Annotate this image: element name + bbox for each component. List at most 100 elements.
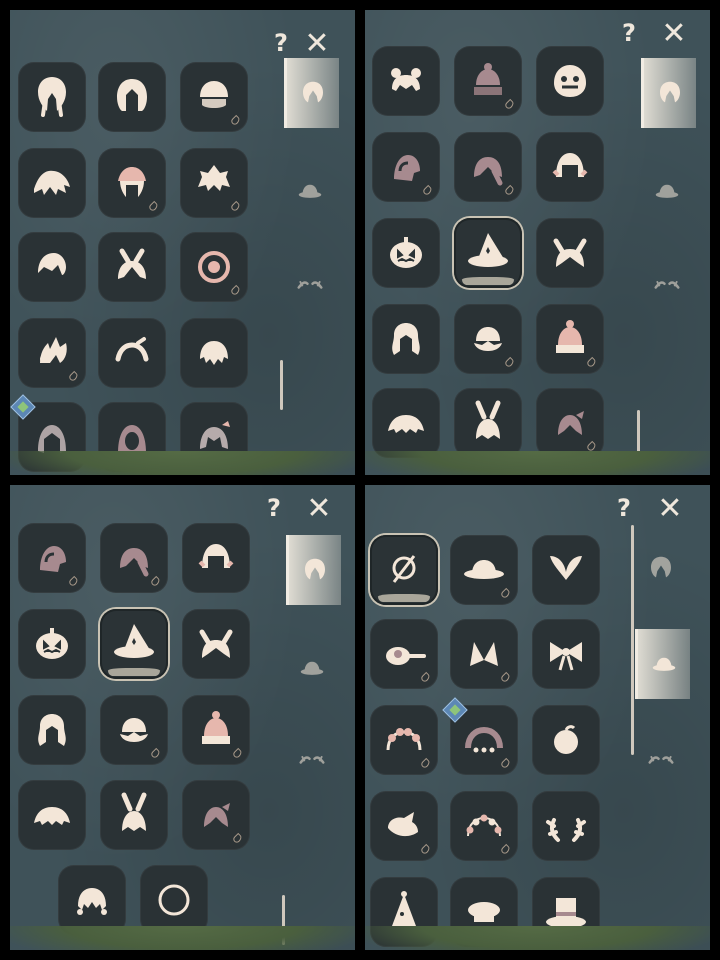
scrollbar[interactable]: [282, 895, 285, 945]
antlers-item[interactable]: [532, 791, 600, 861]
knit-beanie-item[interactable]: [182, 695, 250, 765]
tab-accessory[interactable]: [641, 250, 693, 320]
hood-hair-item[interactable]: [10, 394, 86, 472]
hair-panel-top-left: ? ✕: [10, 10, 355, 475]
long-wavy-hair-item[interactable]: [372, 304, 440, 374]
beret-hair-item[interactable]: [454, 304, 522, 374]
headband-hair-item[interactable]: [98, 318, 166, 388]
knit-beanie-icon: [202, 711, 230, 744]
close-button[interactable]: ✕: [655, 491, 685, 526]
bead-crown-item[interactable]: [442, 697, 518, 775]
sun-hat-item[interactable]: [450, 535, 518, 605]
ponytail-hair-item[interactable]: [100, 523, 168, 593]
witch-hat-icon: [468, 233, 508, 267]
bob-hair-item[interactable]: [98, 62, 166, 132]
cat-ears-hair-item[interactable]: [182, 609, 250, 679]
hooded-helm-item[interactable]: [372, 132, 440, 202]
swoop-hair-item[interactable]: [18, 232, 86, 302]
cloak-hood-item[interactable]: [98, 402, 166, 472]
beret-item[interactable]: [450, 877, 518, 947]
capped-hair-item[interactable]: [180, 62, 248, 132]
tab-hat[interactable]: [284, 156, 336, 226]
bow-item[interactable]: [532, 619, 600, 689]
tab-hair[interactable]: [635, 533, 687, 603]
party-hat-icon: [392, 891, 416, 926]
close-button[interactable]: ✕: [659, 16, 689, 51]
flower-pin-hair-icon: [198, 251, 230, 283]
fox-ears-item[interactable]: [450, 619, 518, 689]
tab-accessory[interactable]: [286, 725, 338, 795]
bead-crown-icon: [465, 726, 503, 753]
lion-mask-item[interactable]: [536, 46, 604, 116]
tab-hat[interactable]: [635, 629, 690, 699]
tab-hat[interactable]: [286, 633, 338, 703]
tab-hair[interactable]: [286, 535, 341, 605]
party-hat-item[interactable]: [370, 877, 438, 947]
pumpkin-head-item[interactable]: [372, 218, 440, 288]
hooded-helm-item[interactable]: [18, 523, 86, 593]
bunny-ears-hair-item[interactable]: [98, 232, 166, 302]
knit-beanie-item[interactable]: [536, 304, 604, 374]
side-ponytail-item[interactable]: [182, 780, 250, 850]
scrollbar[interactable]: [637, 410, 640, 460]
ponytail-hair-item[interactable]: [454, 132, 522, 202]
braided-hair-item[interactable]: [18, 62, 86, 132]
peach-item[interactable]: [532, 705, 600, 775]
bob-bangs-item[interactable]: [536, 132, 604, 202]
fluffy-hair-item[interactable]: [18, 780, 86, 850]
curly-hair-item[interactable]: [58, 865, 126, 935]
bandana-hair-item[interactable]: [98, 148, 166, 218]
bob-bangs-item[interactable]: [182, 523, 250, 593]
witch-hat-item[interactable]: [100, 609, 168, 679]
scrollbar[interactable]: [631, 525, 634, 755]
none-item[interactable]: [370, 535, 438, 605]
bird-item[interactable]: [370, 791, 438, 861]
witch-hat-item[interactable]: [454, 218, 522, 288]
ribbon-ponytail-item[interactable]: [180, 402, 248, 472]
help-button[interactable]: ?: [266, 28, 296, 58]
pumpkin-head-item[interactable]: [18, 609, 86, 679]
close-button[interactable]: ✕: [302, 26, 332, 61]
bunny-hood-item[interactable]: [100, 780, 168, 850]
bunny-hood-item[interactable]: [454, 388, 522, 458]
flower-crown-item[interactable]: [370, 705, 438, 775]
hair-tab-icon: [305, 558, 325, 580]
beanie-hair-item[interactable]: [454, 46, 522, 116]
side-ponytail-item[interactable]: [536, 388, 604, 458]
long-wavy-hair-item[interactable]: [18, 695, 86, 765]
blossom-crown-item[interactable]: [450, 791, 518, 861]
close-button[interactable]: ✕: [304, 491, 334, 526]
bun-hair-item[interactable]: [372, 46, 440, 116]
beret-icon: [468, 902, 500, 922]
help-button[interactable]: ?: [259, 493, 289, 523]
halo-ring-item[interactable]: [140, 865, 208, 935]
tab-hat[interactable]: [641, 156, 693, 226]
tab-accessory[interactable]: [635, 725, 687, 795]
capped-hair-icon: [200, 81, 228, 108]
cat-ears-hair-item[interactable]: [536, 218, 604, 288]
bun-hair-icon: [391, 68, 421, 91]
bob-hair-icon: [117, 79, 147, 111]
bird-icon: [388, 812, 418, 837]
beret-hair-item[interactable]: [100, 695, 168, 765]
scrollbar[interactable]: [280, 360, 283, 410]
tab-accessory[interactable]: [284, 250, 336, 320]
flame-hair-item[interactable]: [18, 318, 86, 388]
help-button[interactable]: ?: [614, 18, 644, 48]
top-hat-item[interactable]: [532, 877, 600, 947]
short-waves-hair-item[interactable]: [180, 318, 248, 388]
beanie-hair-icon: [474, 63, 502, 95]
short-waves-hair-icon: [200, 341, 228, 365]
spiky-hair-item[interactable]: [180, 148, 248, 218]
tab-hair[interactable]: [284, 58, 339, 128]
blossom-crown-icon: [466, 814, 502, 837]
messy-hair-item[interactable]: [18, 148, 86, 218]
help-button[interactable]: ?: [609, 493, 639, 523]
tab-hair[interactable]: [641, 58, 696, 128]
pumpkin-head-icon: [36, 628, 68, 659]
flower-pin-hair-item[interactable]: [180, 232, 248, 302]
beret-hair-icon: [474, 327, 502, 351]
pan-item[interactable]: [370, 619, 438, 689]
fluffy-hair-item[interactable]: [372, 388, 440, 458]
butterfly-item[interactable]: [532, 535, 600, 605]
